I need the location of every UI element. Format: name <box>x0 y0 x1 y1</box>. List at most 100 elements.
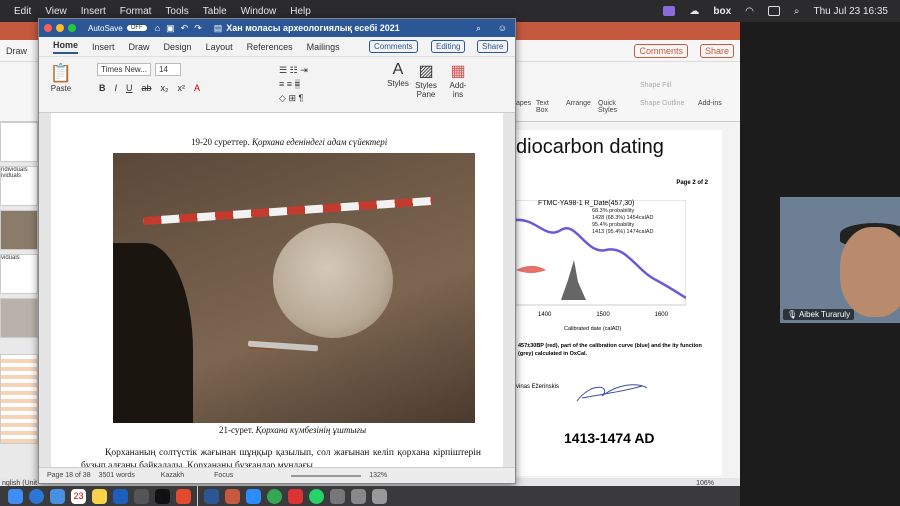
font-size-select[interactable]: 14 <box>155 63 181 76</box>
wifi-icon[interactable]: ◠ <box>745 6 754 17</box>
pdf-icon[interactable] <box>288 488 303 504</box>
comments-button[interactable]: Comments <box>369 40 418 53</box>
justify-icon[interactable]: ≡ <box>294 79 300 89</box>
search-icon[interactable]: ⌕ <box>476 23 481 34</box>
focus-button[interactable]: Focus <box>214 472 233 479</box>
zoom-app-icon[interactable] <box>246 488 261 504</box>
font-name-select[interactable]: Times New... <box>97 63 151 76</box>
trash-icon[interactable] <box>372 488 387 504</box>
clock[interactable]: Thu Jul 23 16:35 <box>814 6 889 17</box>
chrome-icon[interactable] <box>267 488 282 504</box>
menu-view[interactable]: View <box>45 6 67 17</box>
slide-thumbnail[interactable] <box>0 210 38 250</box>
tab-home[interactable]: Home <box>53 40 79 54</box>
subscript-button[interactable]: x₂ <box>161 83 169 93</box>
close-icon[interactable] <box>44 24 52 32</box>
photos-icon[interactable] <box>50 488 65 504</box>
ppt-comments-button[interactable]: Comments <box>634 43 688 58</box>
tab-references[interactable]: References <box>247 42 293 52</box>
slide-thumbnail[interactable]: viduals <box>0 254 38 294</box>
ppt-share-button[interactable]: Share <box>699 43 734 58</box>
save-icon[interactable]: ▣ <box>166 23 175 34</box>
tab-mailings[interactable]: Mailings <box>307 42 340 52</box>
zoom-level[interactable]: 132% <box>369 472 387 479</box>
bullets-icon[interactable]: ☰ <box>279 65 287 75</box>
smiley-icon[interactable]: ☺ <box>498 23 507 33</box>
system-prefs-icon[interactable] <box>134 488 149 504</box>
search-icon[interactable]: ⌕ <box>794 6 800 17</box>
font-color-button[interactable]: A <box>194 83 200 93</box>
styles-button[interactable]: A Styles <box>387 61 409 88</box>
minimize-icon[interactable] <box>56 24 64 32</box>
menu-table[interactable]: Table <box>203 6 227 17</box>
paste-label: Paste <box>50 84 72 93</box>
whatsapp-icon[interactable] <box>309 488 324 504</box>
italic-button[interactable]: I <box>115 83 118 93</box>
language[interactable]: Kazakh <box>161 472 184 479</box>
ppt-quickstyles-button[interactable]: Quick Styles <box>598 100 622 114</box>
indent-icon[interactable]: ⇥ <box>300 65 308 75</box>
menu-format[interactable]: Format <box>120 6 152 17</box>
menu-tools[interactable]: Tools <box>165 6 188 17</box>
powerpoint-icon[interactable] <box>225 488 240 504</box>
slide-thumbnail[interactable] <box>0 298 38 338</box>
numbering-icon[interactable]: ☷ <box>290 65 298 75</box>
tab-insert[interactable]: Insert <box>92 42 115 52</box>
border-icon[interactable]: ⊞ <box>288 93 296 103</box>
ppt-shapeoutline-button[interactable]: Shape Outline <box>640 100 684 107</box>
superscript-button[interactable]: x² <box>178 83 186 93</box>
ppt-shapes-label[interactable]: apes <box>516 100 531 107</box>
window-thumb-icon[interactable] <box>330 488 345 504</box>
slide-thumbnail[interactable] <box>0 354 38 444</box>
undo-icon[interactable]: ↶ <box>181 23 189 34</box>
autosave-toggle[interactable]: OFF <box>126 25 147 31</box>
ppt-addins-button[interactable]: Add-ins <box>698 100 722 107</box>
styles-pane-button[interactable]: ▨ Styles Pane <box>413 61 439 99</box>
slide-thumbnail[interactable] <box>0 122 38 162</box>
menu-insert[interactable]: Insert <box>81 6 106 17</box>
shading-icon[interactable]: ◇ <box>279 93 286 103</box>
document-area[interactable]: 19-20 суреттер. Қорхана еденіндегі адам … <box>39 113 515 467</box>
align-left-icon[interactable]: ≡ <box>279 79 284 89</box>
underline-button[interactable]: U <box>126 83 133 93</box>
home-icon[interactable]: ⌂ <box>155 23 160 33</box>
menu-edit[interactable]: Edit <box>14 6 31 17</box>
calendar-icon[interactable]: 23 <box>71 488 86 504</box>
ppt-tab-draw[interactable]: Draw <box>6 46 27 56</box>
tab-draw[interactable]: Draw <box>129 42 150 52</box>
word-count[interactable]: 3501 words <box>99 472 135 479</box>
menu-help[interactable]: Help <box>290 6 311 17</box>
paste-button[interactable]: 📋 Paste <box>47 63 75 93</box>
finder-icon[interactable] <box>8 488 23 504</box>
zotero-icon[interactable] <box>176 488 191 504</box>
box-icon[interactable] <box>113 488 128 504</box>
ppt-arrange-button[interactable]: Arrange <box>566 100 591 107</box>
strikethrough-button[interactable]: ab <box>142 83 152 93</box>
zoom-slider[interactable] <box>291 474 362 477</box>
menu-window[interactable]: Window <box>241 6 277 17</box>
tab-design[interactable]: Design <box>164 42 192 52</box>
slide-thumbnail[interactable]: ndividuals ividuals <box>0 166 38 206</box>
share-button[interactable]: Share <box>477 40 509 53</box>
addins-button[interactable]: ▦ Add-ins <box>445 61 471 99</box>
align-center-icon[interactable]: ≡ <box>287 79 292 89</box>
safari-icon[interactable] <box>29 488 44 504</box>
notes-icon[interactable] <box>92 488 107 504</box>
zoom-icon[interactable] <box>68 24 76 32</box>
box-app-label[interactable]: box <box>713 6 731 17</box>
word-icon[interactable] <box>204 488 219 504</box>
redo-icon[interactable]: ↷ <box>194 23 202 34</box>
ppt-shapefill-button[interactable]: Shape Fill <box>640 82 671 89</box>
screen-share-icon[interactable] <box>663 6 676 16</box>
editing-button[interactable]: Editing <box>431 40 466 53</box>
window-thumb-icon[interactable] <box>351 488 366 504</box>
terminal-icon[interactable] <box>155 488 170 504</box>
ppt-textbox-button[interactable]: Text Box <box>536 100 556 114</box>
pilcrow-icon[interactable]: ¶ <box>299 93 304 103</box>
battery-icon[interactable] <box>767 6 780 16</box>
bold-button[interactable]: B <box>99 83 106 93</box>
tab-layout[interactable]: Layout <box>206 42 233 52</box>
page-count[interactable]: Page 18 of 38 <box>47 472 91 479</box>
video-tile[interactable]: 🎙︎ Aibek Turaruly <box>780 197 900 323</box>
cloud-icon[interactable]: ☁ <box>689 6 699 17</box>
